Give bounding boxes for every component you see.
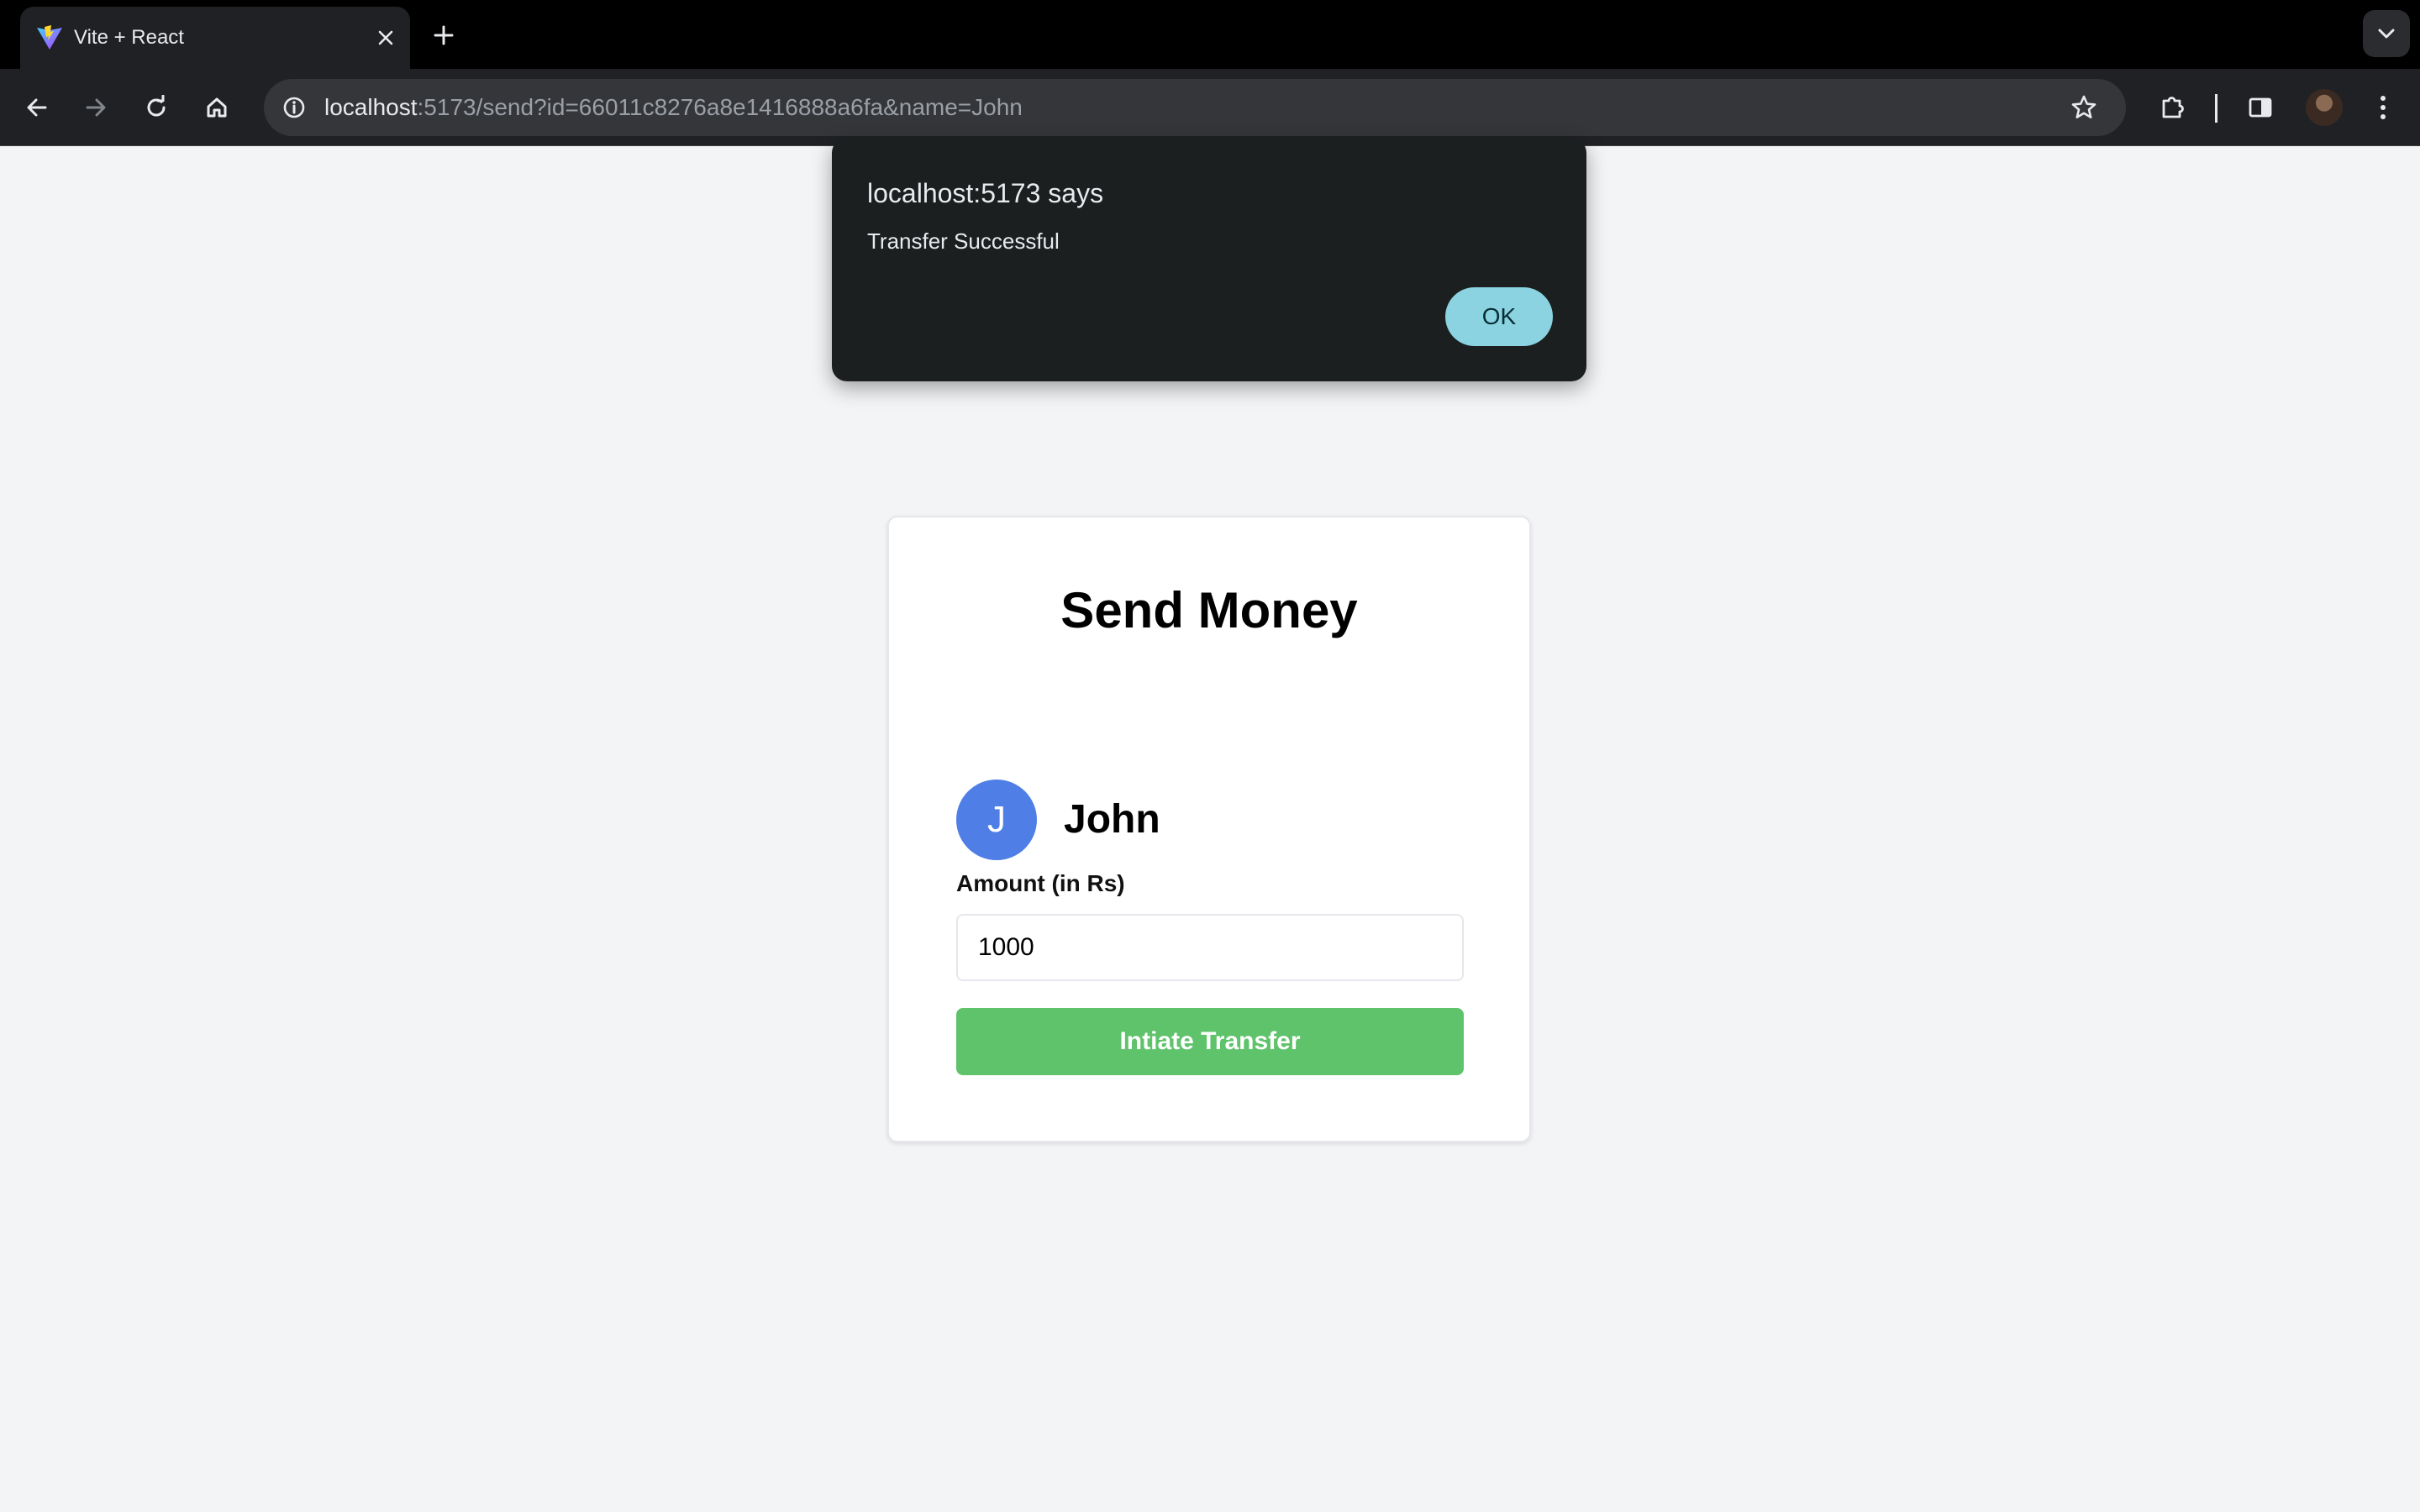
toolbar-divider	[2215, 94, 2217, 123]
kebab-menu-icon[interactable]	[2361, 86, 2405, 129]
back-arrow-icon[interactable]	[15, 86, 59, 129]
address-bar[interactable]: localhost:5173/send?id=66011c8276a8e1416…	[264, 79, 2126, 136]
star-icon[interactable]	[2065, 89, 2102, 126]
side-panel-icon[interactable]	[2238, 86, 2282, 129]
page-title: Send Money	[1060, 582, 1358, 638]
recipient-avatar: J	[956, 780, 1037, 860]
profile-avatar[interactable]	[2306, 89, 2343, 126]
send-money-card: Send Money J John Amount (in Rs) Intiate…	[887, 516, 1531, 1142]
url-path: :5173/send?id=66011c8276a8e1416888a6fa&n…	[417, 94, 1023, 120]
close-tab-icon[interactable]	[370, 22, 402, 54]
new-tab-icon[interactable]	[425, 17, 462, 54]
tab-strip: Vite + React	[0, 0, 2420, 69]
home-icon[interactable]	[195, 86, 239, 129]
reload-icon[interactable]	[134, 86, 178, 129]
recipient-name: John	[1064, 797, 1160, 842]
browser-toolbar: localhost:5173/send?id=66011c8276a8e1416…	[0, 69, 2420, 146]
tab-title: Vite + React	[74, 26, 184, 49]
amount-label: Amount (in Rs)	[956, 870, 1125, 896]
forward-arrow-icon[interactable]	[74, 86, 118, 129]
alert-ok-button[interactable]: OK	[1445, 287, 1553, 346]
alert-message: Transfer Successful	[867, 228, 1060, 254]
alert-title: localhost:5173 says	[867, 178, 1104, 208]
alert-dialog: localhost:5173 says Transfer Successful …	[832, 138, 1586, 381]
amount-input[interactable]	[956, 914, 1464, 981]
url-host: localhost	[324, 94, 418, 120]
puzzle-icon[interactable]	[2151, 86, 2195, 129]
browser-tab[interactable]: Vite + React	[20, 7, 410, 69]
info-icon[interactable]	[276, 89, 313, 126]
initiate-transfer-button[interactable]: Intiate Transfer	[956, 1008, 1464, 1075]
vite-logo-icon	[35, 24, 64, 52]
url-text[interactable]: localhost:5173/send?id=66011c8276a8e1416…	[324, 92, 1023, 123]
tab-search-chevron-icon[interactable]	[2363, 10, 2410, 57]
